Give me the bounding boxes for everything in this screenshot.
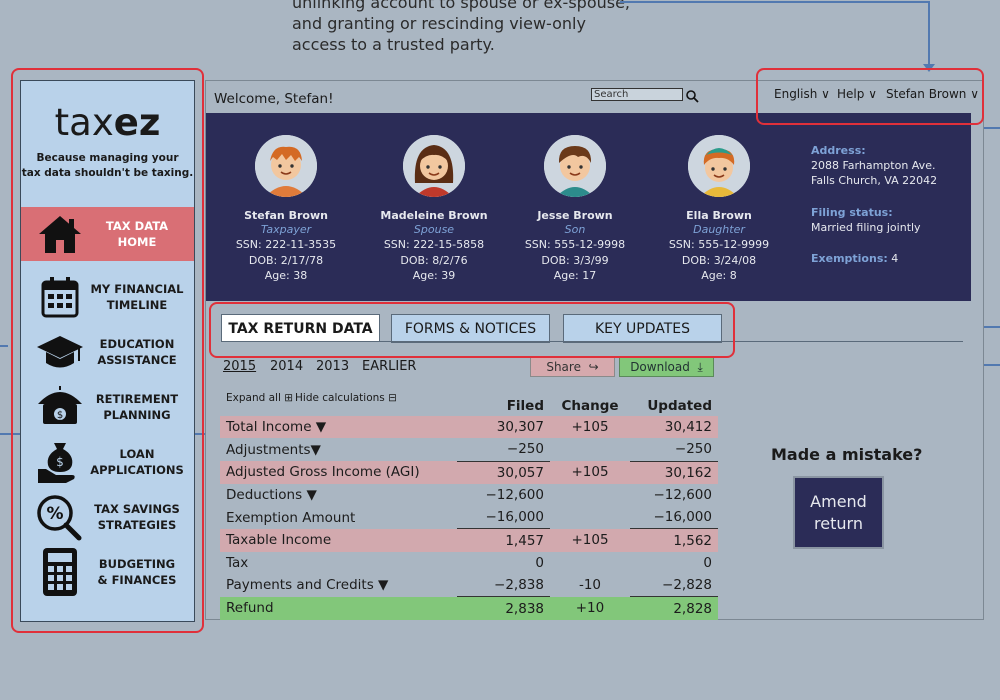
address-line: Falls Church, VA 22042 — [811, 174, 938, 187]
share-icon: ↪ — [588, 360, 599, 374]
caret-down-icon[interactable]: ▼ — [311, 442, 321, 458]
annotation-connector — [620, 1, 930, 3]
address-line: 2088 Farhampton Ave. — [811, 159, 936, 172]
column-header-updated: Updated — [647, 398, 712, 414]
amend-return-button[interactable]: Amend return — [793, 476, 884, 549]
avatar — [544, 135, 606, 197]
table-row[interactable]: Adjustments▼ −250 −250 — [220, 438, 718, 462]
download-icon: ⤓ — [697, 359, 703, 374]
table-row[interactable]: Payments and Credits ▼ −2,838 -10 −2,828 — [220, 574, 718, 598]
table-row[interactable]: Total Income ▼ 30,307 +105 30,412 — [220, 416, 718, 439]
column-header-filed: Filed — [506, 398, 544, 414]
caret-down-icon[interactable]: ▼ — [306, 487, 316, 503]
table-row[interactable]: Adjusted Gross Income (AGI) 30,057 +105 30… — [220, 461, 718, 484]
tax-summary-table: Filed Change Updated Total Income ▼ 30,3… — [220, 396, 718, 620]
welcome-message: Welcome, Stefan! — [214, 91, 334, 107]
caret-down-icon[interactable]: ▼ — [316, 419, 326, 435]
filing-status-value: Married filing jointly — [811, 221, 921, 234]
exemptions: Exemptions: 4 — [811, 252, 899, 265]
table-row[interactable]: Deductions ▼ −12,600 −12,600 — [220, 484, 718, 506]
annotation-text: unlinking account to spouse or ex-spouse… — [292, 0, 631, 54]
search-input[interactable]: Search — [591, 88, 683, 101]
table-row[interactable]: Exemption Amount −16,000 −16,000 — [220, 506, 718, 530]
filing-status-label: Filing status: — [811, 206, 893, 219]
family-member-card[interactable]: Stefan Brown Taxpayer SSN: 222-11-3535 D… — [221, 135, 351, 284]
avatar — [255, 135, 317, 197]
address-label: Address: — [811, 144, 866, 157]
year-link-earlier[interactable]: EARLIER — [362, 359, 416, 374]
annotation-connector — [0, 345, 8, 347]
share-button[interactable]: Share ↪ — [530, 357, 615, 377]
year-link-2015[interactable]: 2015 — [223, 359, 256, 374]
column-header-change: Change — [561, 398, 619, 414]
annotation-highlight-topnav — [756, 68, 984, 125]
avatar — [688, 135, 750, 197]
caret-down-icon[interactable]: ▼ — [378, 577, 388, 593]
table-row[interactable]: Taxable Income 1,457 +105 1,562 — [220, 528, 718, 552]
family-banner: Stefan Brown Taxpayer SSN: 222-11-3535 D… — [206, 113, 971, 301]
family-member-card[interactable]: Ella Brown Daughter SSN: 555-12-9999 DOB… — [654, 135, 784, 284]
annotation-highlight-tabs — [209, 302, 735, 358]
family-member-card[interactable]: Madeleine Brown Spouse SSN: 222-15-5858 … — [369, 135, 499, 284]
download-button[interactable]: Download ⤓ — [619, 357, 714, 377]
table-row[interactable]: Tax 00 — [220, 552, 718, 574]
table-row[interactable]: Refund 2,838 +10 2,828 — [220, 596, 718, 620]
avatar — [403, 135, 465, 197]
annotation-highlight-sidebar — [11, 68, 204, 633]
mistake-heading: Made a mistake? — [771, 445, 923, 464]
year-link-2013[interactable]: 2013 — [316, 359, 349, 374]
family-member-card[interactable]: Jesse Brown Son SSN: 555-12-9998 DOB: 3/… — [510, 135, 640, 284]
annotation-connector — [928, 1, 930, 67]
search-icon[interactable] — [686, 88, 699, 107]
year-link-2014[interactable]: 2014 — [270, 359, 303, 374]
household-info: Address: 2088 Farhampton Ave. Falls Chur… — [811, 143, 961, 266]
